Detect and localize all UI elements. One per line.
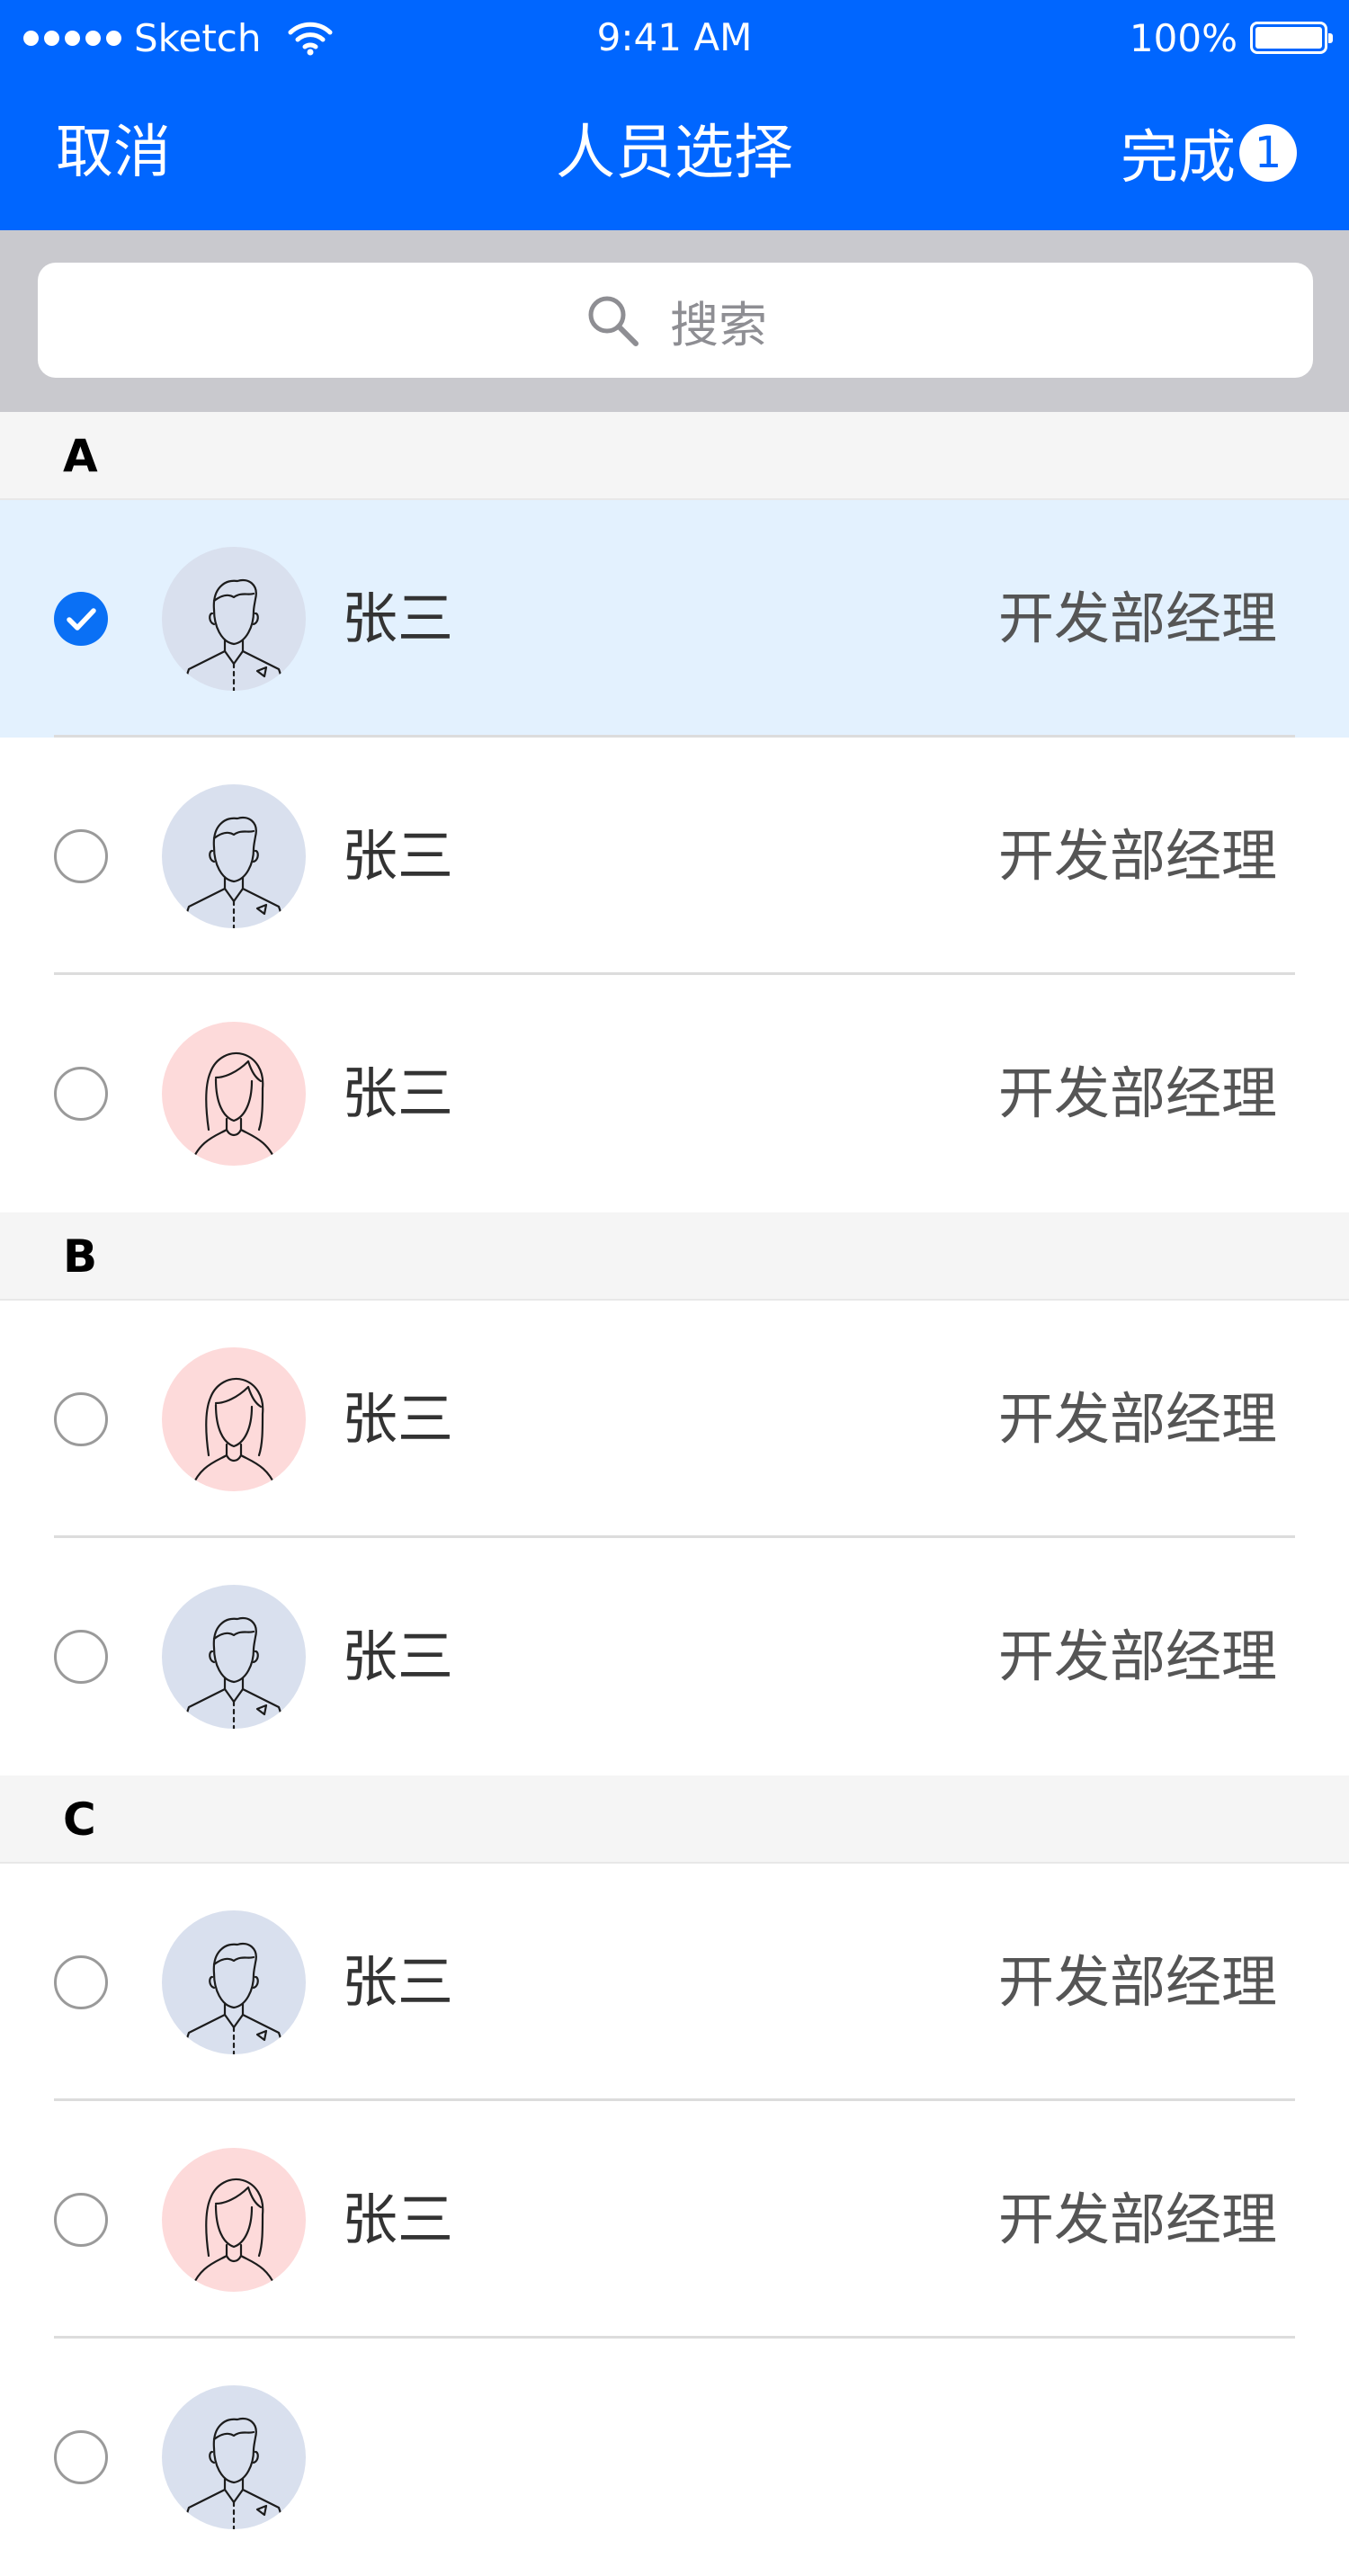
battery-percent: 100% [1129,15,1237,60]
search-icon [588,296,639,346]
male-avatar-icon [162,784,306,928]
checked-circle-icon[interactable] [54,592,108,646]
section-header: C [0,1775,1349,1864]
radio-circle-icon[interactable] [54,829,108,883]
contact-list: A 张三 开发部经理 张三 开发部经理 张三 开发部经理 B 张三 开发部经理 张三 开发部经理 C 张三… [0,412,1349,2576]
contact-role: 开发部经理 [997,823,1277,889]
section-header: A [0,412,1349,500]
female-avatar-icon [162,2148,306,2292]
status-bar: Sketch 9:41 AM 100% [0,0,1349,76]
male-avatar-icon [162,547,306,691]
radio-circle-icon[interactable] [54,1630,108,1684]
male-avatar-icon [162,2385,306,2529]
done-button[interactable]: 完成 1 [1121,76,1297,230]
contact-row[interactable] [0,2339,1349,2576]
contact-row[interactable]: 张三 开发部经理 [0,1864,1349,2101]
search-placeholder: 搜索 [670,296,767,353]
contact-row[interactable]: 张三 开发部经理 [0,738,1349,975]
radio-circle-icon[interactable] [54,1067,108,1121]
contact-row[interactable]: 张三 开发部经理 [0,975,1349,1212]
contact-row[interactable]: 张三 开发部经理 [0,500,1349,738]
contact-role: 开发部经理 [997,1060,1277,1126]
contact-row[interactable]: 张三 开发部经理 [0,2101,1349,2339]
section-letter: B [63,1230,98,1283]
contact-name: 张三 [342,1060,454,1126]
done-label: 完成 [1121,125,1236,192]
section-header: B [0,1212,1349,1301]
radio-circle-icon[interactable] [54,2193,108,2247]
contact-name: 张三 [342,1623,454,1689]
male-avatar-icon [162,1910,306,2054]
section-letter: A [63,430,98,482]
female-avatar-icon [162,1022,306,1166]
radio-circle-icon[interactable] [54,1955,108,2009]
status-right: 100% [1129,0,1333,76]
nav-bar: 取消 人员选择 完成 1 [0,76,1349,230]
contact-row[interactable]: 张三 开发部经理 [0,1301,1349,1538]
contact-name: 张三 [342,1949,454,2015]
contact-name: 张三 [342,823,454,889]
selected-count-badge: 1 [1239,124,1297,182]
female-avatar-icon [162,1347,306,1491]
radio-circle-icon[interactable] [54,2430,108,2484]
male-avatar-icon [162,1585,306,1729]
contact-name: 张三 [342,2187,454,2252]
contact-role: 开发部经理 [997,586,1277,651]
contact-role: 开发部经理 [997,1386,1277,1452]
search-bar: 搜索 [0,230,1349,412]
contact-name: 张三 [342,586,454,651]
contact-role: 开发部经理 [997,2187,1277,2252]
search-input[interactable]: 搜索 [38,263,1313,378]
contact-name: 张三 [342,1386,454,1452]
contact-row[interactable]: 张三 开发部经理 [0,1538,1349,1775]
contact-role: 开发部经理 [997,1949,1277,2015]
battery-icon [1250,22,1333,54]
contact-role: 开发部经理 [997,1623,1277,1689]
radio-circle-icon[interactable] [54,1392,108,1446]
section-letter: C [63,1793,96,1846]
